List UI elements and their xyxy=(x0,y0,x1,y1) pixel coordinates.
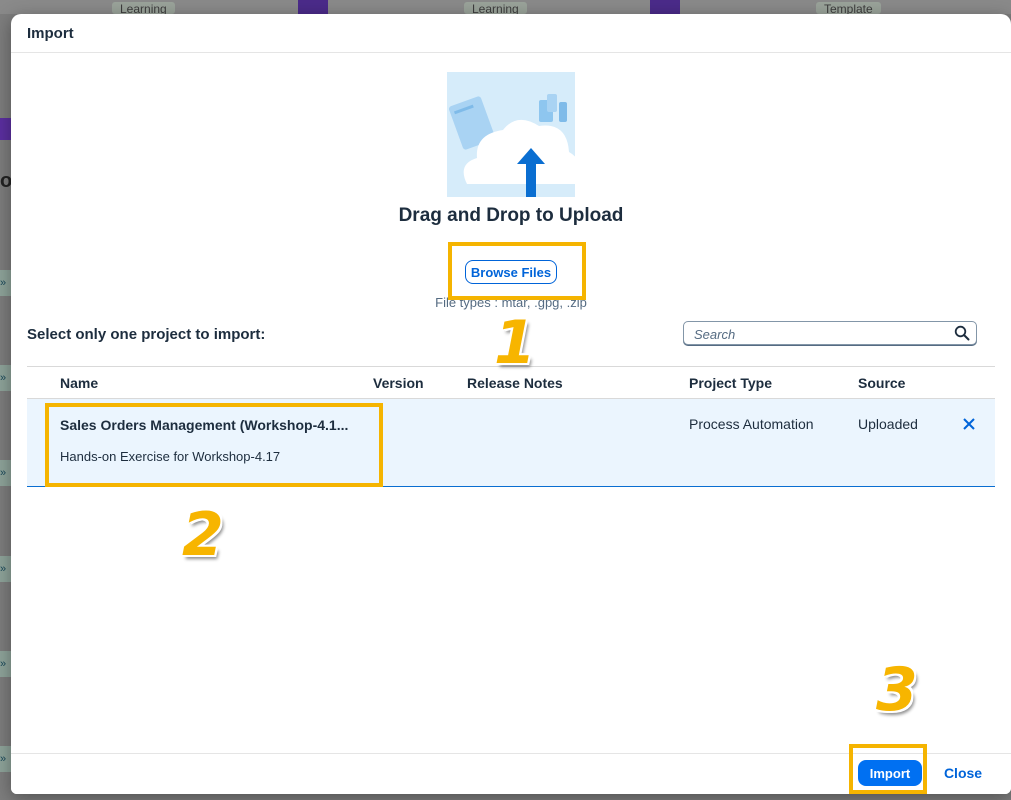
background-chevron: » xyxy=(0,556,11,582)
import-dialog: Import Drag and Drop to Upload or Browse… xyxy=(11,14,1011,794)
project-type: Process Automation xyxy=(689,416,814,432)
step-number-2: 2 xyxy=(182,500,224,570)
search-icon[interactable] xyxy=(954,325,970,341)
background-chevron: » xyxy=(0,651,11,677)
search-field[interactable] xyxy=(683,321,977,345)
dialog-title: Import xyxy=(27,25,74,42)
browse-files-button[interactable]: Browse Files xyxy=(465,260,557,284)
import-button[interactable]: Import xyxy=(858,760,922,786)
step-number-3: 3 xyxy=(876,655,918,725)
column-header-source: Source xyxy=(858,375,906,391)
background-chevron: » xyxy=(0,365,11,391)
project-description: Hands-on Exercise for Workshop-4.17 xyxy=(60,449,281,464)
or-separator: or xyxy=(505,238,517,246)
dialog-header: Import xyxy=(11,14,1011,53)
background-tag: Template xyxy=(816,2,881,16)
search-input[interactable] xyxy=(692,325,946,343)
close-button[interactable]: Close xyxy=(941,760,985,786)
step-number-1: 1 xyxy=(494,308,536,378)
background-accent xyxy=(0,118,11,140)
select-project-label: Select only one project to import: xyxy=(27,326,266,343)
column-header-version: Version xyxy=(373,375,424,391)
background-chevron: » xyxy=(0,270,11,296)
background-accent xyxy=(650,0,680,14)
background-chevron: » xyxy=(0,746,11,772)
project-source: Uploaded xyxy=(858,416,918,432)
upload-heading: Drag and Drop to Upload xyxy=(398,205,624,226)
background-accent xyxy=(298,0,328,14)
project-name: Sales Orders Management (Workshop-4.1... xyxy=(60,417,349,433)
cloud-upload-icon xyxy=(447,72,575,197)
table-row[interactable]: Sales Orders Management (Workshop-4.1...… xyxy=(27,399,995,487)
background-chevron: » xyxy=(0,460,11,486)
column-header-name: Name xyxy=(60,375,99,391)
projects-table: Name Version Release Notes Project Type … xyxy=(27,366,995,487)
column-header-project-type: Project Type xyxy=(689,375,772,391)
remove-row-icon[interactable] xyxy=(961,415,977,433)
background-tag: Learning xyxy=(112,2,175,16)
background-tag: Learning xyxy=(464,2,527,16)
upload-illustration[interactable] xyxy=(447,72,575,197)
